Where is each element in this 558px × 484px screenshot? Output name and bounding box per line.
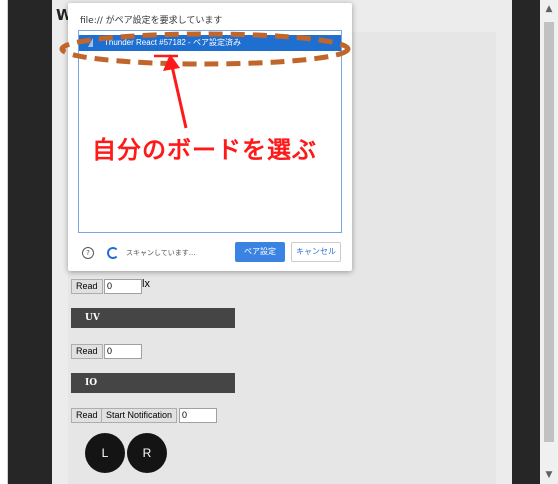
cancel-button[interactable]: キャンセル: [291, 242, 341, 262]
scroll-down-icon[interactable]: ▼: [540, 466, 558, 484]
io-read-button[interactable]: Read: [71, 408, 103, 423]
start-notification-button[interactable]: Start Notification: [101, 408, 178, 423]
annotation-instruction-text: 自分のボードを選ぶ: [92, 136, 317, 164]
light-read-button[interactable]: Read: [71, 279, 103, 294]
scroll-thumb[interactable]: [544, 22, 554, 442]
pair-button[interactable]: ペア設定: [235, 242, 285, 262]
scanning-status: スキャンしています...: [126, 249, 196, 257]
io-value-field[interactable]: 0: [179, 408, 217, 423]
light-unit-label: lx: [142, 278, 150, 290]
scroll-up-icon[interactable]: ▲: [540, 0, 558, 18]
dark-side-panel-left: [8, 0, 52, 484]
dialog-title: file:// がペア設定を要求しています: [80, 16, 223, 26]
uv-read-button[interactable]: Read: [71, 344, 103, 359]
io-section-header: IO: [71, 373, 235, 393]
annotation-ellipse: [59, 31, 351, 67]
dark-side-panel-right: [512, 0, 540, 484]
light-value-field[interactable]: 0: [104, 279, 142, 294]
left-button[interactable]: L: [85, 433, 125, 473]
right-button[interactable]: R: [127, 433, 167, 473]
vertical-scrollbar[interactable]: ▲ ▼: [540, 0, 558, 484]
uv-value-field[interactable]: 0: [104, 344, 142, 359]
loading-spinner-icon: [107, 247, 119, 259]
uv-section-header: UV: [71, 308, 235, 328]
help-icon[interactable]: ?: [82, 247, 94, 259]
window-frame-left: [0, 0, 8, 484]
